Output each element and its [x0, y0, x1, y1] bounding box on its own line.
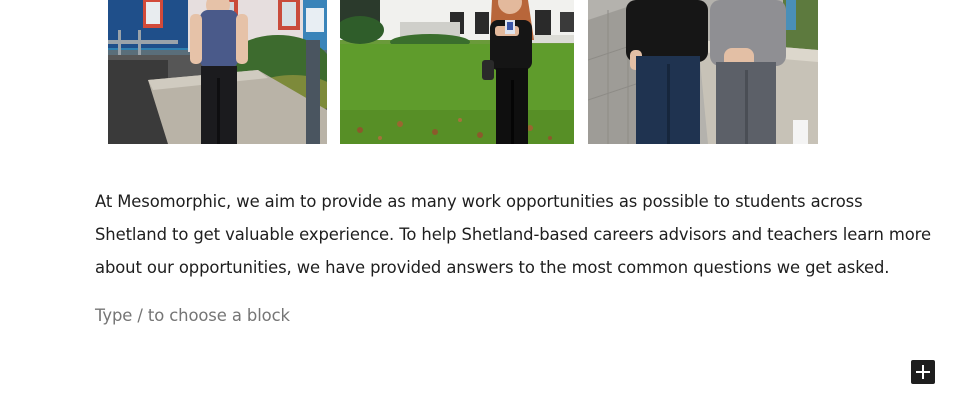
gallery-image[interactable] — [340, 0, 574, 144]
photo-two-students — [588, 0, 818, 144]
gallery-image[interactable] — [108, 0, 327, 144]
add-block-button[interactable] — [911, 360, 935, 384]
photo-student-award — [340, 0, 574, 144]
photo-student-building — [108, 0, 327, 144]
block-placeholder[interactable]: Type / to choose a block — [95, 303, 290, 329]
image-gallery[interactable] — [0, 0, 961, 144]
editor-canvas: At Mesomorphic, we aim to provide as man… — [0, 0, 961, 417]
gallery-image[interactable] — [588, 0, 818, 144]
body-paragraph[interactable]: At Mesomorphic, we aim to provide as man… — [95, 185, 935, 284]
plus-icon — [916, 365, 930, 379]
